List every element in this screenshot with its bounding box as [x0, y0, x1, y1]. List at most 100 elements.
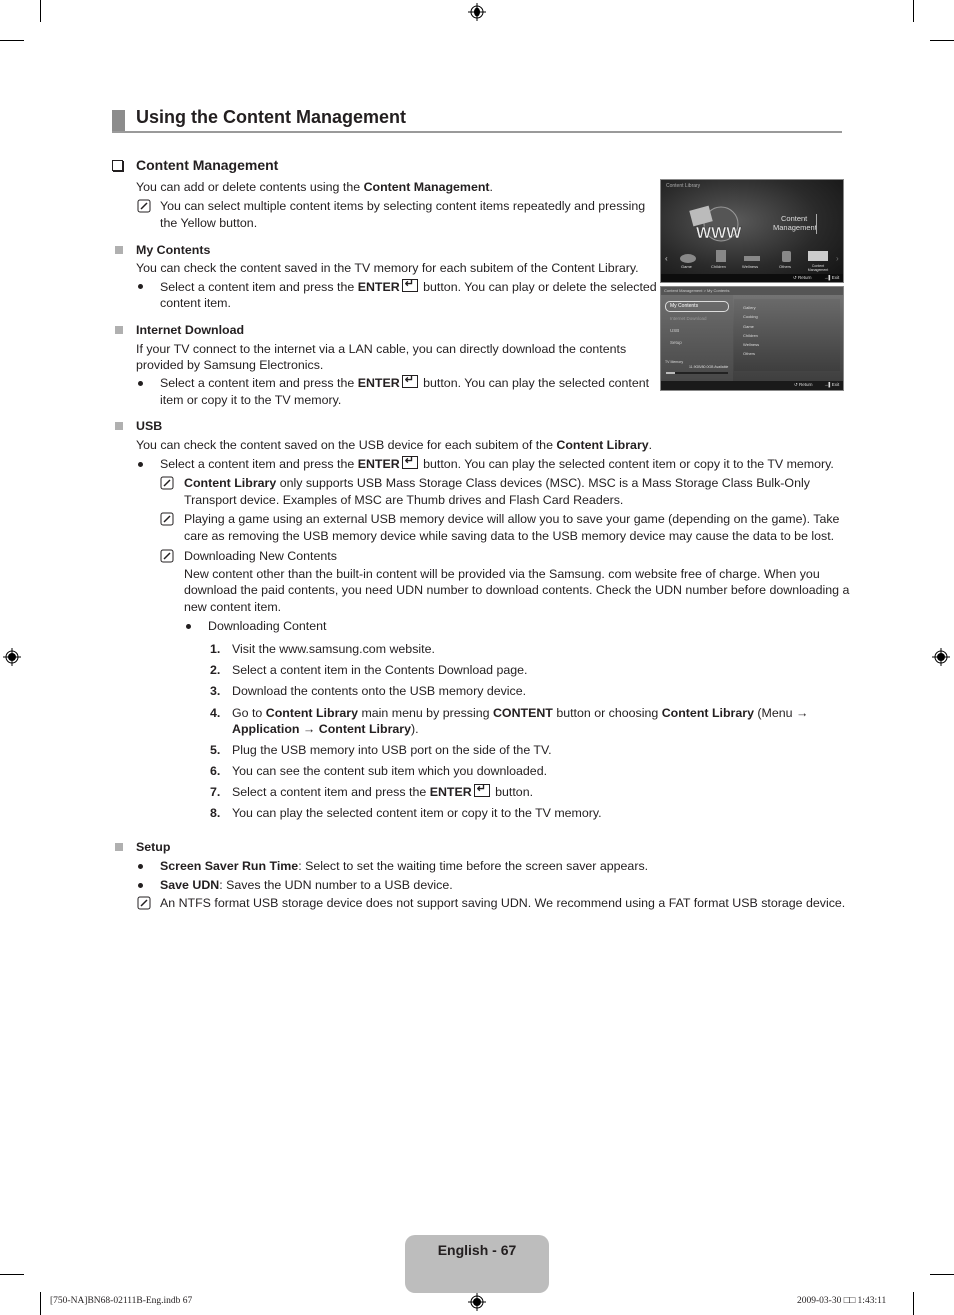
tv1-header: Content Library [666, 183, 701, 189]
enter-label: ENTER [357, 457, 400, 471]
step-number: 7. [210, 785, 221, 799]
tv1-left-arrow-icon[interactable]: ‹ [665, 254, 668, 263]
enter-label: ENTER [357, 280, 400, 294]
note1-post: only supports USB Mass Storage Class dev… [276, 476, 810, 490]
step-8: 8. You can play the selected content item… [210, 805, 602, 822]
tv2-item[interactable]: Children [743, 333, 758, 338]
bullet-dot-icon [138, 381, 143, 386]
content-management-icon [808, 251, 828, 261]
note-icon [137, 199, 151, 213]
step-bold: CONTENT [492, 706, 553, 720]
tv2-item[interactable]: Others [743, 351, 755, 356]
step-text: main menu by pressing [358, 706, 493, 720]
tv2-footer-bar [661, 381, 843, 390]
intro-note-line1: You can select multiple content items by… [160, 199, 646, 213]
usb-note2-line1: Playing a game using an external USB mem… [184, 512, 840, 526]
step-text: Select a content item in the Contents Do… [232, 663, 528, 677]
internet-download-desc-2: provided by Samsung Electronics. [136, 358, 324, 372]
tv2-menu-item-internet-download[interactable]: Internet Download [670, 316, 707, 321]
heading-bar [112, 110, 125, 132]
step-text: button. [491, 785, 534, 799]
category-label: Content Management [807, 264, 829, 272]
tv1-category-game[interactable]: Game [678, 252, 698, 270]
enter-icon [473, 781, 490, 798]
crop-mark [913, 0, 914, 22]
step-number: 2. [210, 663, 221, 677]
print-slug-left: [750-NA]BN68-02111B-Eng.indb 67 [50, 1296, 193, 1306]
tv2-menu-item-setup[interactable]: Setup [670, 340, 682, 345]
category-label: Game [681, 264, 692, 269]
wellness-icon [744, 256, 760, 261]
step-text: ). [411, 722, 419, 736]
internet-download-title: Internet Download [136, 323, 245, 337]
internet-download-desc-1: If your TV connect to the internet via a… [136, 342, 627, 356]
usb-note3-desc-1: New content other than the built-in cont… [184, 567, 820, 581]
page-number-label: English - 67 [437, 1242, 517, 1258]
tv1-exit-button[interactable]: →▌Exit [824, 275, 839, 280]
square-bullet-icon [115, 326, 123, 334]
tv-screen-content-library: Content Library WWW Content Management ‹… [660, 179, 844, 283]
step-text: (Menu → [753, 706, 809, 720]
intro-post: . [489, 180, 493, 194]
category-label: Children [711, 264, 726, 269]
tv1-right-arrow-icon[interactable]: › [836, 254, 839, 263]
intro-bold: Content Management [363, 180, 490, 194]
my-contents-bullet-line2: content item. [160, 296, 231, 310]
step-6: 6. You can see the content sub item which… [210, 763, 547, 780]
bullet-pre: Select a content item and press the [160, 376, 358, 390]
usb-desc: You can check the content saved on the U… [136, 437, 652, 454]
step-3: 3. Download the contents onto the USB mem… [210, 683, 526, 700]
step-text: You can play the selected content item o… [232, 806, 602, 820]
bullet-dot-icon [186, 624, 191, 629]
note-icon [160, 512, 174, 526]
enter-icon [401, 453, 418, 470]
registration-mark-icon [932, 648, 950, 666]
tv2-exit-button[interactable]: →▌Exit [824, 382, 839, 387]
setup-title: Setup [136, 840, 171, 854]
tv1-return-button[interactable]: ↺ Return [793, 275, 812, 281]
tv2-memory-label: TV Memory [665, 360, 684, 364]
step-text: You can see the content sub item which y… [232, 764, 548, 778]
registration-mark-icon [3, 648, 21, 666]
step-1: 1. Visit the www.samsung.com website. [210, 641, 435, 658]
usb-bullet: Select a content item and press the ENTE… [160, 453, 834, 473]
usb-desc-bold: Content Library [556, 438, 649, 452]
square-bullet-icon [115, 246, 123, 254]
tv2-menu-item-usb[interactable]: USB [670, 328, 679, 333]
tv2-item[interactable]: Game [743, 324, 754, 329]
crop-mark [40, 1292, 41, 1315]
tv1-center-label-2: Management [773, 223, 817, 232]
enter-icon [401, 276, 418, 293]
registration-mark-icon [468, 3, 486, 21]
tv2-return-button[interactable]: ↺ Return [794, 382, 813, 388]
return-label: Return [799, 382, 813, 387]
bullet-dot-icon [138, 462, 143, 467]
return-label: Return [798, 275, 812, 280]
tv2-menu-label: My Contents [670, 303, 699, 309]
tv2-memory-value: 11.9GB/80.0GB Available [689, 365, 729, 369]
tv2-item[interactable]: Cooking [743, 314, 758, 319]
setup-bullet-1: Screen Saver Run Time: Select to set the… [160, 858, 648, 875]
step-bold: Application [232, 722, 300, 736]
enter-label: ENTER [429, 785, 472, 799]
tv1-category-content-management[interactable]: Content Management [805, 250, 831, 272]
step-bold: Content Library [265, 706, 358, 720]
tv2-item[interactable]: Wellness [743, 342, 759, 347]
step-number: 4. [210, 706, 221, 720]
step-bold: Content Library [661, 706, 754, 720]
setup-text: : Select to set the waiting time before … [298, 859, 649, 873]
heading-underline [112, 131, 842, 133]
divider [816, 214, 817, 234]
tv1-category-others[interactable]: Others [777, 248, 795, 270]
step-5: 5. Plug the USB memory into USB port on t… [210, 742, 552, 759]
tv2-memory-bar [666, 372, 728, 374]
enter-icon [401, 372, 418, 389]
usb-title: USB [136, 419, 163, 433]
step-2: 2. Select a content item in the Contents … [210, 662, 528, 679]
enter-label: ENTER [357, 376, 400, 390]
tv1-category-children[interactable]: Children [710, 248, 732, 270]
tv1-category-wellness[interactable]: Wellness [741, 252, 763, 270]
tv2-item[interactable]: Gallery [743, 305, 756, 310]
usb-note1: Content Library only supports USB Mass S… [184, 475, 810, 492]
tv2-header: Content Management > My Contents [664, 288, 730, 293]
